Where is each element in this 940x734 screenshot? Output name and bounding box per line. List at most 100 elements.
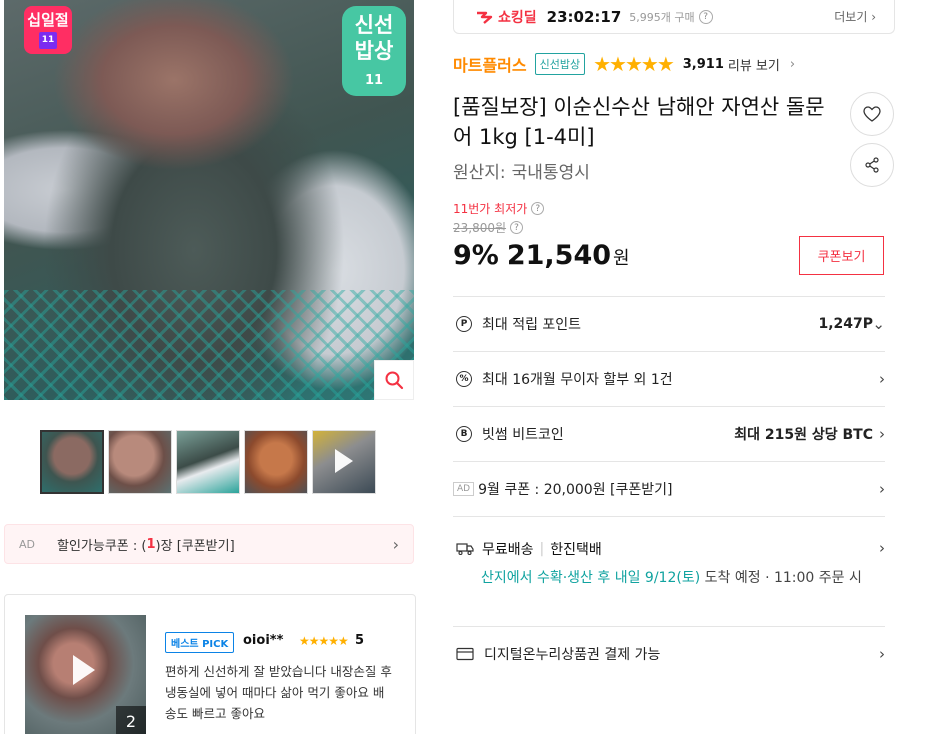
coupon-suffix: )장 [쿠폰받기] xyxy=(155,538,235,554)
play-icon xyxy=(335,449,353,473)
share-button[interactable] xyxy=(850,143,894,187)
fresh-badge-line1: 신선 xyxy=(354,13,394,37)
card-icon xyxy=(456,647,474,661)
shipping-free-label: 무료배송 xyxy=(482,542,534,558)
chevron-right-icon: › xyxy=(879,645,885,663)
voucher-row[interactable]: 디지털온누리상품권 결제 가능 › xyxy=(453,626,885,681)
seller-name[interactable]: 마트플러스 xyxy=(453,52,527,76)
shocking-deal-label: 쇼킹딜 xyxy=(498,9,537,26)
shipping-row[interactable]: 무료배송 | 한진택배 산지에서 수확·생산 후 내일 9/12(토) 도착 예… xyxy=(453,516,885,626)
price-amount: 21,540 xyxy=(506,240,612,271)
percent-icon: % xyxy=(456,371,472,387)
shocking-deal-icon xyxy=(477,11,493,24)
best-review-card[interactable]: 2 베스트 PICK oioi** ★★★★★ 5 편하게 신선하게 잘 받았습… xyxy=(4,594,416,734)
origin-label: 원산지: xyxy=(453,163,506,183)
ad-label: AD xyxy=(19,537,35,551)
chevron-right-icon: › xyxy=(879,480,885,498)
chevron-right-icon: › xyxy=(879,425,885,443)
bitcoin-label: 빗썸 비트코인 xyxy=(482,427,564,443)
chevron-right-icon: › xyxy=(789,56,796,72)
share-icon xyxy=(865,157,879,173)
original-price: 23,800원 ? xyxy=(453,219,524,236)
magnifier-icon xyxy=(385,371,404,390)
original-price-value: 23,800원 xyxy=(453,221,507,235)
help-icon[interactable]: ? xyxy=(531,202,545,215)
review-score: 5 xyxy=(355,633,365,648)
installment-label: 최대 16개월 무이자 할부 외 1건 xyxy=(482,372,673,388)
discount-rate: 9% xyxy=(453,240,499,271)
shipping-arrive-label: 도착 예정 xyxy=(704,570,761,586)
thumbnail-2[interactable] xyxy=(108,430,172,494)
points-row[interactable]: P 최대 적립 포인트 1,247P ⌄ xyxy=(453,296,885,351)
best-pick-badge: 베스트 PICK xyxy=(165,632,235,653)
shipping-cutoff: 11:00 주문 시 xyxy=(773,570,862,586)
bitcoin-value: 최대 215원 상당 BTC xyxy=(734,427,873,443)
rating-stars: ★★★★★ xyxy=(593,52,675,76)
sold-count: 5,995개 구매 xyxy=(629,10,695,24)
points-label: 최대 적립 포인트 xyxy=(482,317,582,333)
help-icon[interactable]: ? xyxy=(510,221,524,234)
help-icon[interactable]: ? xyxy=(698,9,713,24)
review-photo[interactable]: 2 xyxy=(25,615,146,734)
shipping-delivery-date: 산지에서 수확·생산 후 내일 9/12(토) xyxy=(481,570,701,586)
zoom-button[interactable] xyxy=(374,360,414,400)
truck-icon xyxy=(456,543,474,555)
bitcoin-row[interactable]: B 빗썸 비트코인 최대 215원 상당 BTC › xyxy=(453,406,885,461)
lowest-price-text: 11번가 최저가 xyxy=(453,202,528,216)
coupon-prefix: 할인가능쿠폰 : ( xyxy=(57,538,147,554)
review-link[interactable]: 리뷰 보기 xyxy=(728,55,780,74)
divider: · xyxy=(765,570,774,586)
sipil-badge-text: 십일절 xyxy=(27,10,69,29)
coupon-view-button[interactable]: 쿠폰보기 xyxy=(799,236,884,275)
sale-price: 9% 21,540 원 xyxy=(453,240,630,271)
sipil-badge-sub: 11 xyxy=(38,31,58,49)
thumbnail-4[interactable] xyxy=(244,430,308,494)
chevron-down-icon: ⌄ xyxy=(872,315,885,333)
more-label: 더보기 xyxy=(834,10,868,24)
more-link[interactable]: 더보기 › xyxy=(834,8,876,25)
review-star-rating: ★★★★★ xyxy=(299,634,349,648)
ad-label: AD xyxy=(453,482,475,496)
coupon-event-label: 9월 쿠폰 : 20,000원 [쿠폰받기] xyxy=(478,482,673,498)
sipil-badge: 십일절 11 xyxy=(24,6,72,54)
lowest-price-label: 11번가 최저가 ? xyxy=(453,200,545,217)
coupon-event-row[interactable]: AD 9월 쿠폰 : 20,000원 [쿠폰받기] › xyxy=(453,461,885,516)
heart-icon xyxy=(863,106,881,122)
available-coupon-bar[interactable]: AD 할인가능쿠폰 : ( 1 )장 [쿠폰받기] › xyxy=(4,524,414,564)
origin-value: 국내통영시 xyxy=(511,163,590,183)
review-photo-count: 2 xyxy=(116,706,146,734)
fresh-badge: 신선 밥상 11 xyxy=(342,6,406,96)
fresh-badge-line2: 밥상 xyxy=(354,39,394,63)
product-title: [품질보장] 이순신수산 남해안 자연산 돌문어 1kg [1-4미] xyxy=(453,95,825,149)
shipping-carrier: 한진택배 xyxy=(550,542,602,558)
coupon-count: 1 xyxy=(146,536,156,552)
price-unit: 원 xyxy=(613,248,630,269)
point-icon: P xyxy=(456,316,472,332)
chevron-right-icon: › xyxy=(392,534,399,554)
points-value: 1,247P xyxy=(818,316,873,332)
bitcoin-icon: B xyxy=(456,426,472,442)
thumbnail-1[interactable] xyxy=(40,430,104,494)
shocking-deal-logo: 쇼킹딜 xyxy=(476,7,537,27)
main-product-image[interactable]: 십일절 11 신선 밥상 11 xyxy=(4,0,414,400)
thumbnail-video[interactable] xyxy=(312,430,376,494)
wishlist-button[interactable] xyxy=(850,92,894,136)
voucher-label: 디지털온누리상품권 결제 가능 xyxy=(484,647,661,663)
shocking-deal-bar[interactable]: 쇼킹딜 23:02:17 5,995개 구매 ? 더보기 › xyxy=(453,0,895,34)
chevron-right-icon: › xyxy=(879,539,885,557)
fresh-badge-logo: 11 xyxy=(364,73,384,88)
review-count: 3,911 xyxy=(682,56,724,72)
fresh-tag: 신선밥상 xyxy=(534,53,586,75)
play-icon xyxy=(73,655,95,685)
reviewer-name: oioi** xyxy=(243,633,284,648)
benefit-list: P 최대 적립 포인트 1,247P ⌄ % 최대 16개월 무이자 할부 외 … xyxy=(453,296,885,681)
divider: | xyxy=(539,541,545,557)
review-text: 편하게 신선하게 잘 받았습니다 내장손질 후 냉동실에 넣어 때마다 삶아 먹… xyxy=(165,664,392,721)
thumbnail-strip xyxy=(40,430,376,494)
product-origin: 원산지: 국내통영시 xyxy=(453,158,590,183)
image-net-texture xyxy=(4,290,414,400)
deal-timer: 23:02:17 xyxy=(546,7,622,26)
seller-row: 마트플러스 신선밥상 ★★★★★ 3,911 리뷰 보기 › xyxy=(453,52,795,76)
installment-row[interactable]: % 최대 16개월 무이자 할부 외 1건 › xyxy=(453,351,885,406)
thumbnail-3[interactable] xyxy=(176,430,240,494)
